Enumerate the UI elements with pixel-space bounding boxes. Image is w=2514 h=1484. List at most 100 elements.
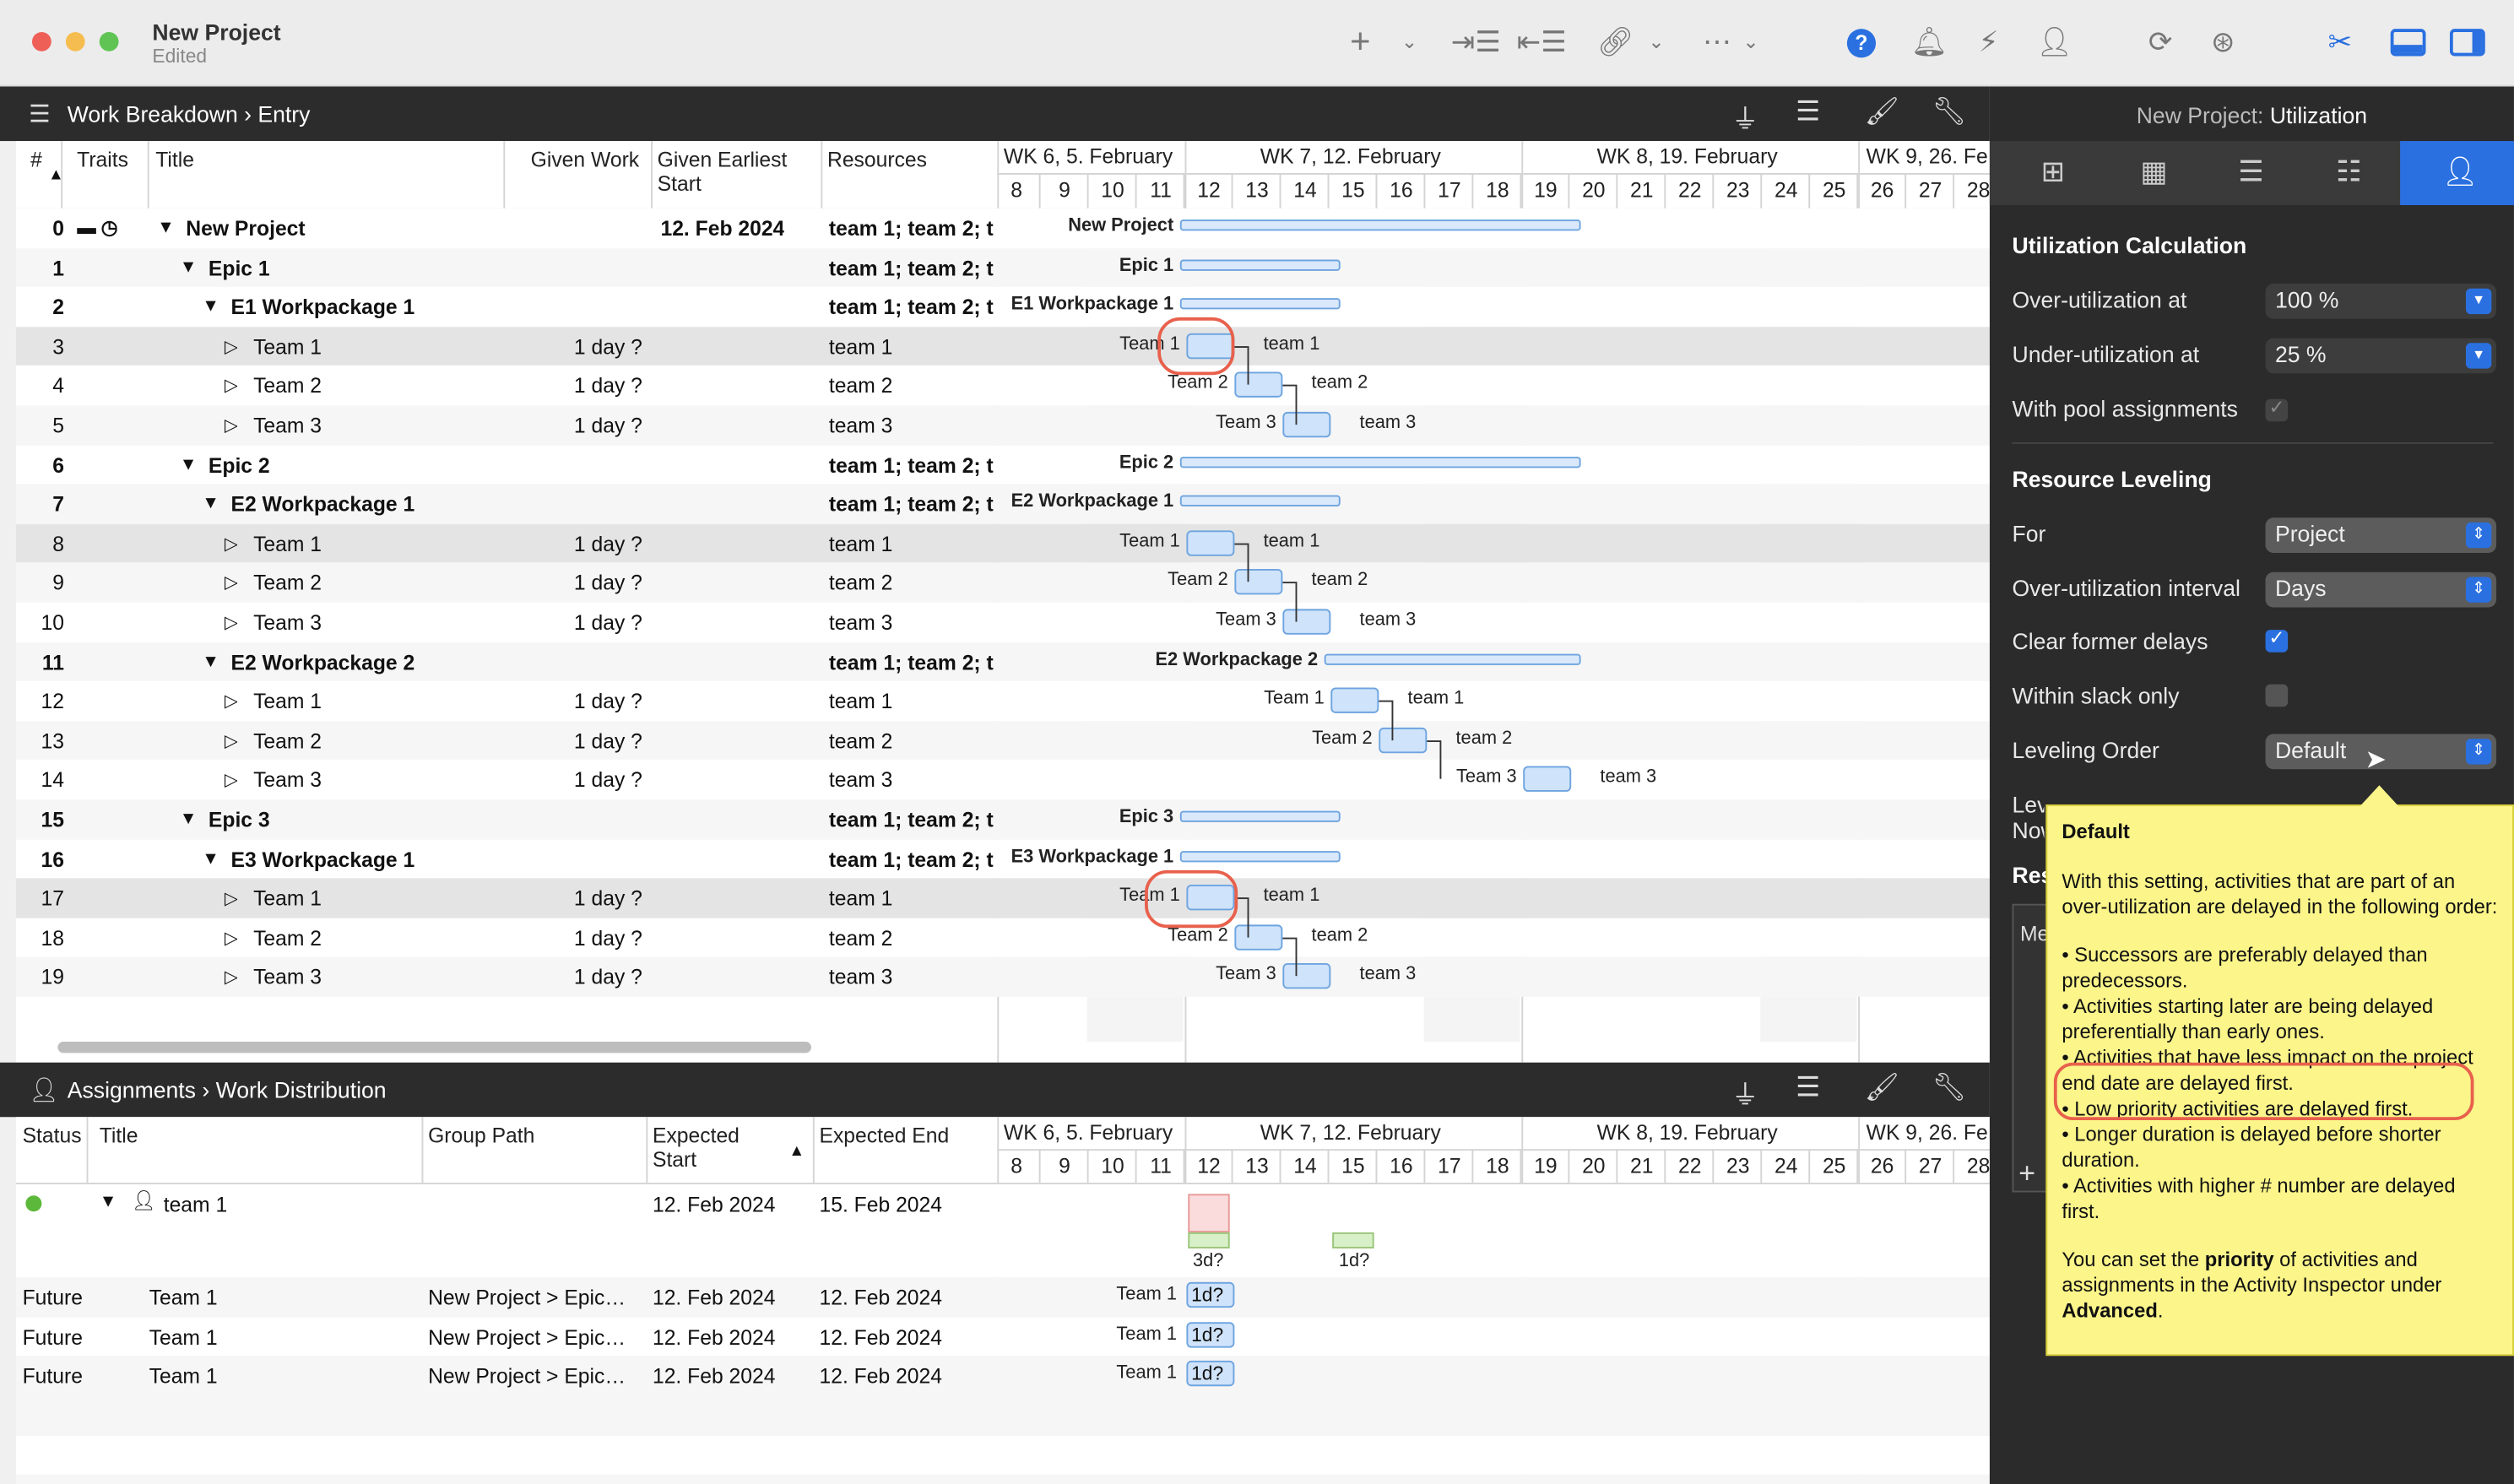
assignment-row[interactable]: Future Team 1 New Project > Epic… 12. Feb 2… (15, 1277, 1990, 1317)
bell-icon[interactable]: 🔔︎ (1911, 25, 1948, 57)
checklist-icon[interactable]: ☷ (2336, 155, 2362, 189)
disclosure-expanded-icon[interactable]: ▼ (202, 652, 219, 671)
summary-bar[interactable] (1179, 219, 1581, 231)
disclosure-expanded-icon[interactable]: ▼ (180, 257, 198, 277)
disclosure-expanded-icon[interactable]: ▼ (202, 297, 219, 317)
row-title[interactable]: Team 2 (253, 728, 497, 752)
disclosure-collapsed-icon[interactable]: ▷ (225, 336, 238, 357)
help-icon[interactable]: ? (1846, 29, 1877, 58)
table-row[interactable]: 12 ▷ Team 1 1 day ? team 1 Team 1 team 1 (15, 681, 1990, 721)
interval-select[interactable]: Days ⇕ (2265, 571, 2497, 608)
disclosure-collapsed-icon[interactable]: ▷ (225, 888, 238, 909)
bottom-panel-icon[interactable] (2390, 29, 2426, 57)
resources[interactable]: team 1; team 2; t (829, 256, 996, 279)
summary-bar[interactable] (1179, 456, 1581, 468)
resources[interactable]: team 1 (829, 886, 996, 910)
disclosure-collapsed-icon[interactable]: ▷ (225, 573, 238, 593)
column-header-group-path[interactable]: Group Path (428, 1124, 534, 1147)
column-header-given-work[interactable]: Given Work (531, 148, 640, 171)
table-row[interactable]: 16 ▼ E3 Workpackage 1 team 1; team 2; t E3 W… (15, 839, 1990, 879)
breadcrumb-assignments[interactable]: Assignments (68, 1077, 196, 1102)
table-row[interactable]: 8 ▷ Team 1 1 day ? team 1 Team 1 team 1 (15, 523, 1990, 564)
given-work[interactable]: 1 day ? (574, 334, 642, 358)
sort-ascending-icon[interactable]: ▲ (788, 1143, 805, 1161)
minimize-window-button[interactable] (65, 31, 85, 51)
table-row[interactable]: 4 ▷ Team 2 1 day ? team 2 Team 2 team 2 (15, 366, 1990, 406)
flash-icon[interactable]: ⚡︎ (1979, 25, 1999, 57)
table-row[interactable]: 7 ▼ E2 Workpackage 1 team 1; team 2; t E2 Wo… (15, 484, 1990, 524)
resources[interactable]: team 1; team 2; t (829, 492, 996, 516)
disclosure-collapsed-icon[interactable]: ▷ (225, 612, 238, 633)
resources[interactable]: team 1 (829, 334, 996, 358)
resource-tab[interactable]: 👤︎ (2400, 141, 2514, 206)
column-header-status[interactable]: Status (23, 1124, 82, 1147)
title[interactable]: Team 1 (149, 1364, 218, 1388)
disclosure-collapsed-icon[interactable]: ▷ (225, 730, 238, 751)
disclosure-collapsed-icon[interactable]: ▷ (225, 376, 238, 397)
disclosure-expanded-icon[interactable]: ▼ (100, 1192, 117, 1211)
calendar-icon[interactable]: ▦ (2140, 155, 2167, 189)
resources[interactable]: team 2 (829, 926, 996, 950)
row-title[interactable]: Team 3 (253, 610, 497, 634)
right-panel-icon[interactable] (2449, 29, 2485, 57)
horizontal-scrollbar[interactable] (57, 1042, 811, 1053)
more-icon[interactable]: ⋯ (1703, 25, 1731, 57)
tools-icon[interactable]: ✂ (2328, 25, 2353, 57)
row-title[interactable]: Team 2 (253, 571, 497, 595)
task-bar[interactable] (1523, 766, 1572, 793)
row-title[interactable]: Team 1 (253, 532, 497, 555)
given-work[interactable]: 1 day ? (574, 768, 642, 792)
pool-assignments-checkbox[interactable]: ✓ (2265, 396, 2289, 422)
task-bar[interactable] (1186, 530, 1235, 556)
table-row[interactable]: 9 ▷ Team 2 1 day ? team 2 Team 2 team 2 (15, 563, 1990, 603)
task-bar[interactable] (1234, 924, 1283, 951)
table-row[interactable]: 1 ▼ Epic 1 team 1; team 2; t Epic 1 (15, 247, 1990, 288)
disclosure-collapsed-icon[interactable]: ▷ (225, 770, 238, 791)
summary-bar[interactable] (1179, 850, 1341, 862)
given-work[interactable]: 1 day ? (574, 886, 642, 910)
disclosure-collapsed-icon[interactable]: ▷ (225, 415, 238, 436)
within-slack-checkbox[interactable] (2265, 684, 2289, 707)
assignment-bar[interactable]: 1d? (1186, 1321, 1235, 1347)
resources[interactable]: team 1 (829, 532, 996, 555)
resources[interactable]: team 3 (829, 414, 996, 437)
breadcrumb-entry[interactable]: Entry (257, 101, 310, 127)
table-row[interactable]: 5 ▷ Team 3 1 day ? team 3 Team 3 team 3 (15, 405, 1990, 446)
table-row[interactable]: 17 ▷ Team 11 day ? team 1 Team 1 team 1 (15, 878, 1990, 918)
row-title[interactable]: New Project (186, 216, 496, 240)
row-title[interactable]: E3 Workpackage 1 (230, 848, 496, 871)
earliest-start[interactable]: 12. Feb 2024 (660, 216, 784, 240)
disclosure-collapsed-icon[interactable]: ▷ (225, 691, 238, 712)
table-row[interactable]: 19 ▷ Team 3 1 day ? team 3 Team 3 team 3 (15, 957, 1990, 997)
assignment-bar[interactable]: 1d? (1186, 1281, 1235, 1308)
disclosure-expanded-icon[interactable]: ▼ (157, 218, 175, 237)
plus-icon[interactable]: + (1350, 24, 1370, 59)
filter-icon[interactable]: ⏚ (1731, 96, 1758, 136)
title[interactable]: Team 1 (149, 1324, 218, 1348)
table-row[interactable]: 6 ▼ Epic 2 team 1; team 2; t Epic 2 (15, 445, 1990, 485)
summary-bar[interactable] (1324, 653, 1581, 665)
resources[interactable]: team 1; team 2; t (829, 295, 996, 319)
column-header-expected-end[interactable]: Expected End (819, 1124, 949, 1147)
table-row[interactable]: 3 ▷ Team 11 day ? team 1 Team 1 team 1 (15, 326, 1990, 366)
outdent-icon[interactable]: ⇤☰ (1517, 25, 1567, 57)
table-row[interactable]: 0 ▬ ◷ ▼ New Project 12. Feb 2024 team 1; team … (15, 208, 1990, 248)
wrench-icon[interactable]: 🔧︎ (1932, 1072, 1967, 1104)
given-work[interactable]: 1 day ? (574, 571, 642, 595)
for-select[interactable]: Project ⇕ (2265, 517, 2497, 553)
summary-bar[interactable] (1179, 810, 1341, 822)
given-work[interactable]: 1 day ? (574, 690, 642, 713)
column-header-earliest-start[interactable]: Given Earliest Start (658, 148, 818, 196)
task-bar[interactable] (1234, 569, 1283, 596)
summary-bar[interactable] (1179, 258, 1341, 271)
column-header-num[interactable]: # (30, 148, 42, 171)
resources[interactable]: team 1; team 2; t (829, 650, 996, 674)
breadcrumb[interactable]: Work Breakdown › Entry (68, 101, 311, 127)
disclosure-expanded-icon[interactable]: ▼ (180, 810, 198, 829)
table-row[interactable]: 14 ▷ Team 3 1 day ? team 3 Team 3 team 3 (15, 760, 1990, 800)
given-work[interactable]: 1 day ? (574, 610, 642, 634)
refresh-icon[interactable]: ⟳ (2148, 25, 2173, 57)
resources[interactable]: team 1; team 2; t (829, 216, 996, 240)
disclosure-expanded-icon[interactable]: ▼ (202, 494, 219, 513)
assignment-row[interactable]: Future Team 1 New Project > Epic… 12. Feb 2… (15, 1356, 1990, 1396)
